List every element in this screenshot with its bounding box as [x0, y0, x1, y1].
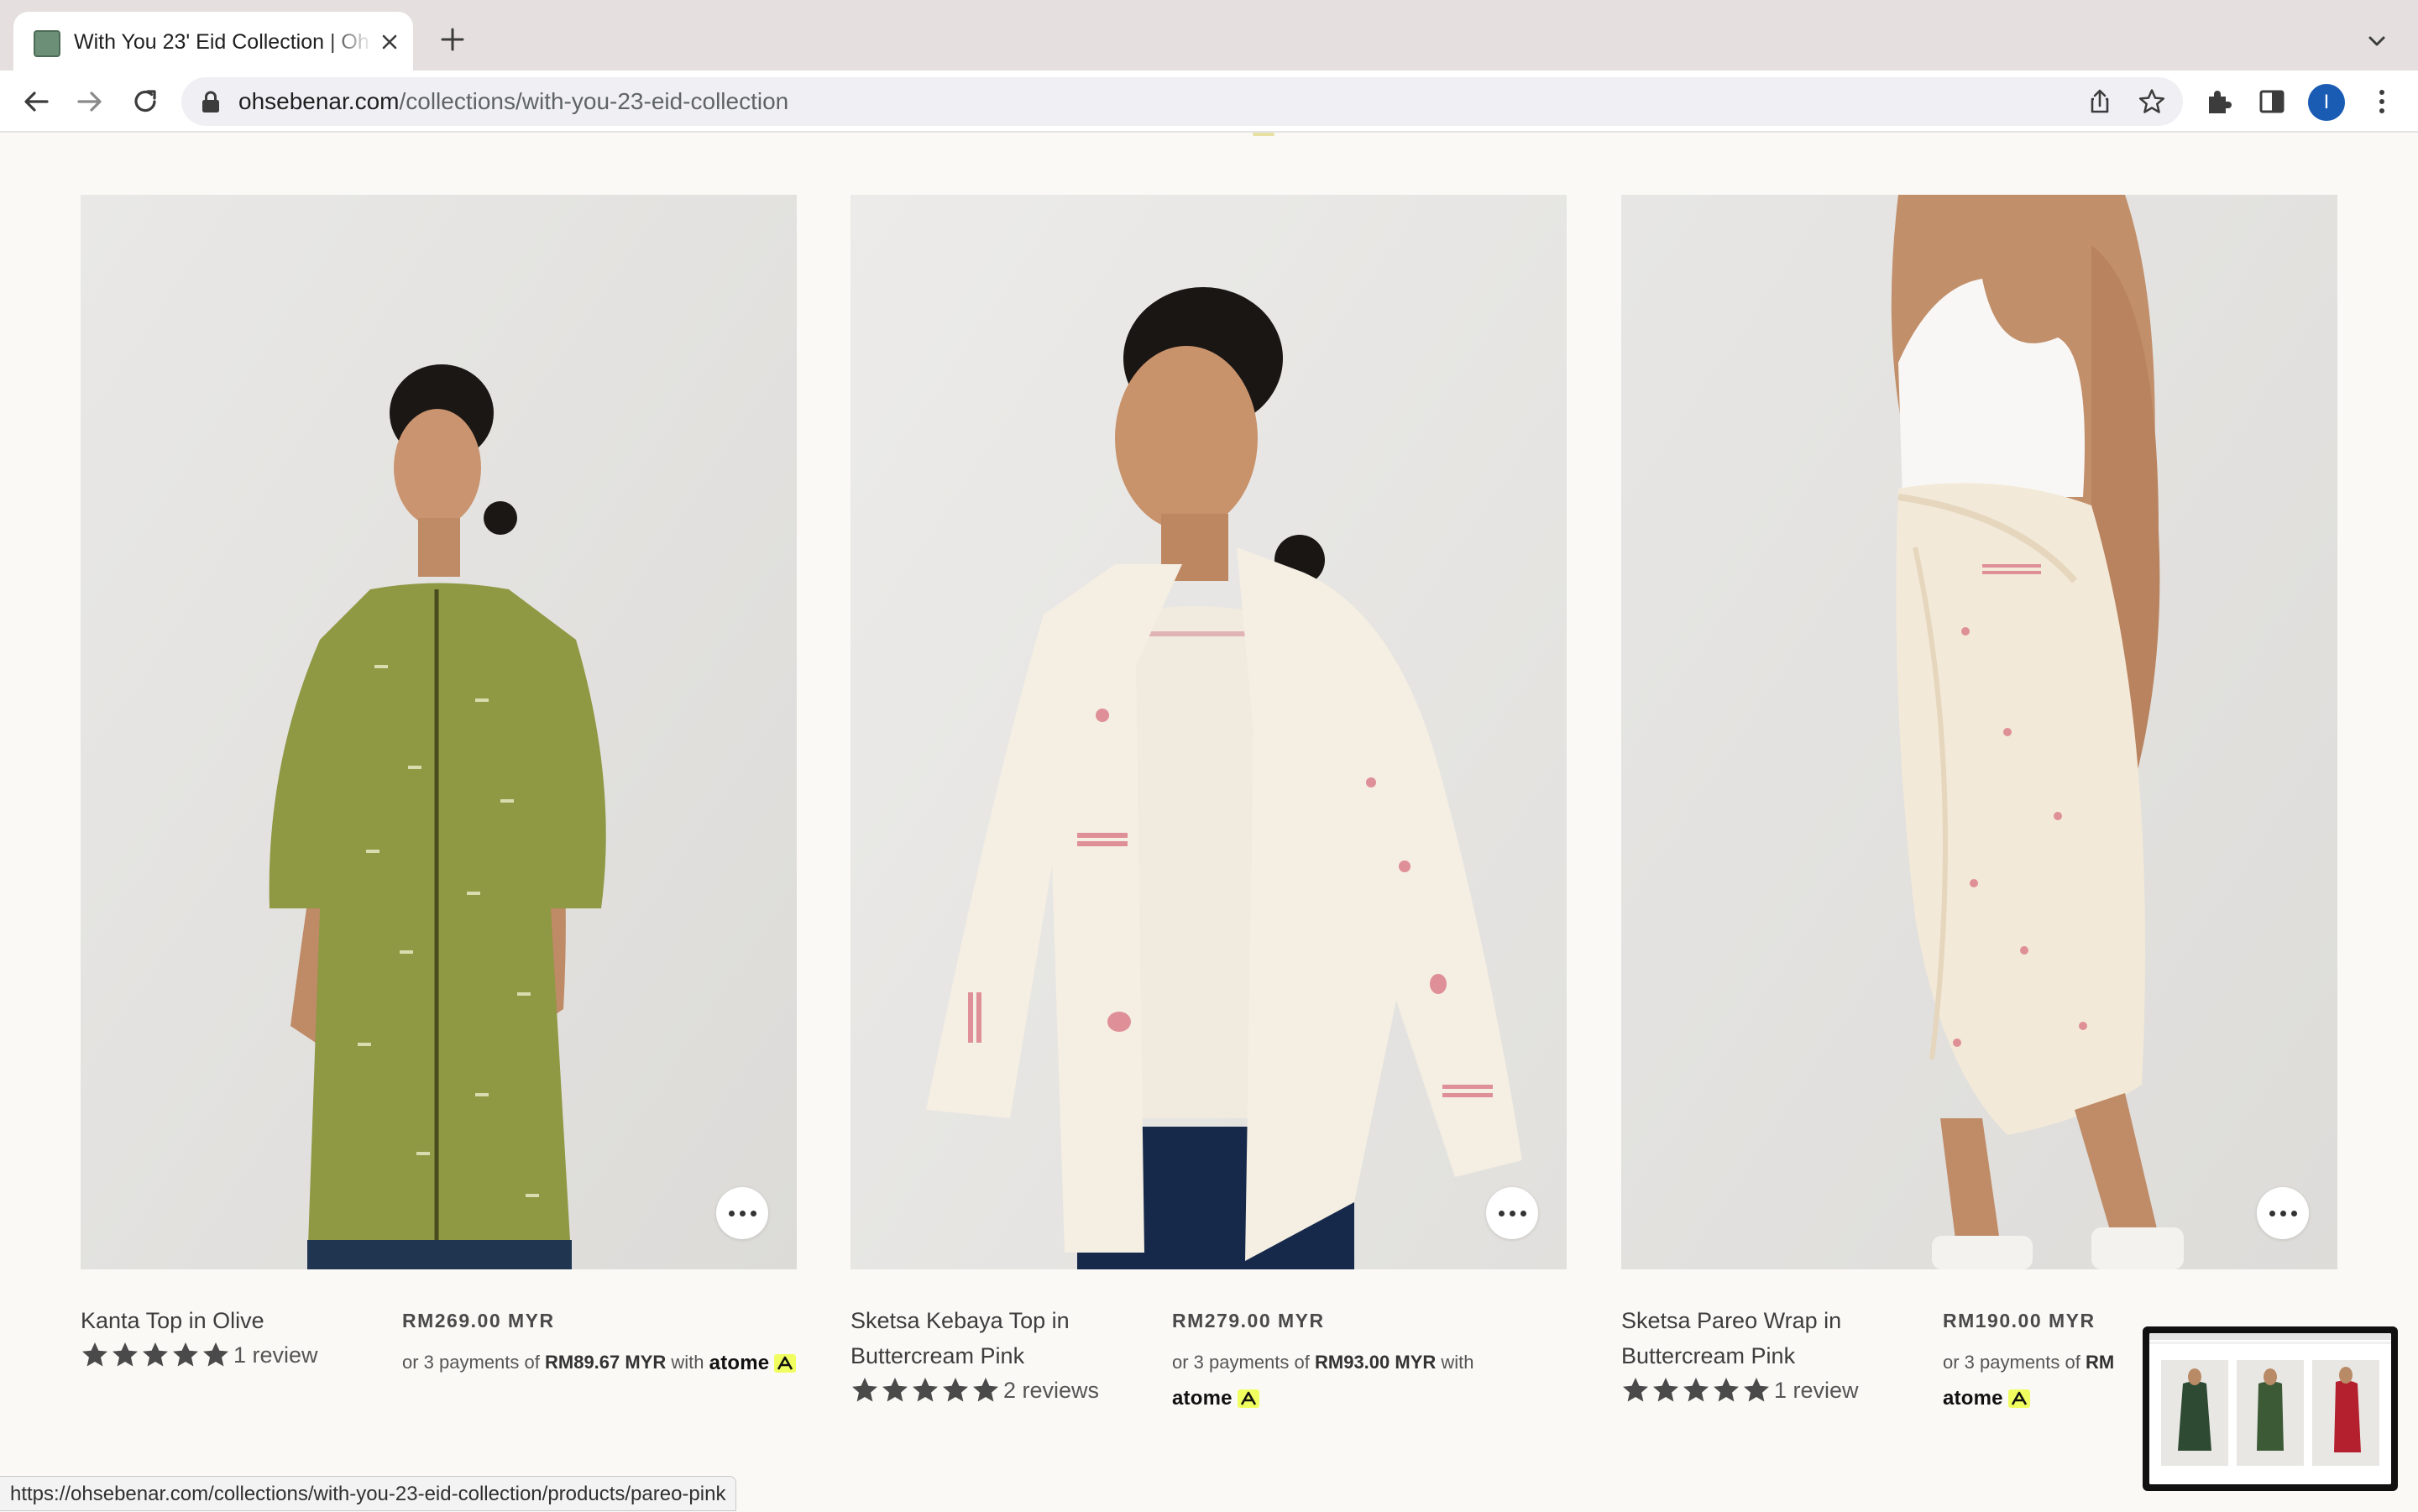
- product-price: RM190.00 MYR: [1943, 1310, 2096, 1332]
- preview-image: [2149, 1333, 2391, 1484]
- reload-icon[interactable]: [128, 84, 163, 119]
- preview-screenshot: [2149, 1333, 2391, 1484]
- more-options-icon[interactable]: [716, 1187, 768, 1239]
- rating-stars: 1 review: [1621, 1375, 1859, 1405]
- collection-page: Kanta Top in Olive 1 review RM269.00 MYR…: [0, 133, 2418, 1511]
- review-count[interactable]: 1 review: [233, 1342, 318, 1368]
- installment-suffix: with: [1441, 1352, 1474, 1373]
- atome-logo[interactable]: atome: [709, 1346, 797, 1381]
- product-photo-sketsa-kebaya: [850, 195, 1567, 1269]
- rating-star-icon: [113, 1342, 138, 1367]
- address-bar[interactable]: ohsebenar.com/collections/with-you-23-ei…: [181, 77, 2183, 126]
- url-domain: ohsebenar.com: [238, 88, 400, 114]
- url-path: /collections/with-you-23-eid-collection: [399, 88, 789, 114]
- extensions-icon[interactable]: [2201, 84, 2237, 119]
- forward-icon[interactable]: [72, 84, 107, 119]
- atome-logo-icon: [1237, 1389, 1259, 1409]
- atome-logo-icon: [774, 1354, 797, 1373]
- plus-icon[interactable]: [438, 25, 467, 54]
- rating-stars: 2 reviews: [850, 1375, 1099, 1405]
- link-status-bar: https://ohsebenar.com/collections/with-y…: [0, 1476, 737, 1511]
- more-options-icon[interactable]: [2257, 1187, 2309, 1239]
- installment-amount: RM93.00 MYR: [1315, 1352, 1437, 1373]
- atome-logo-icon: [2007, 1389, 2030, 1409]
- installment-info: or 3 payments of RM atome: [1943, 1345, 2161, 1416]
- installment-info: or 3 payments of RM93.00 MYR with atome: [1172, 1345, 1525, 1416]
- more-options-icon[interactable]: [1486, 1187, 1538, 1239]
- product-info: Kanta Top in Olive 1 review RM269.00 MYR…: [81, 1269, 797, 1387]
- rating-star-icon: [1683, 1378, 1709, 1402]
- lock-icon[interactable]: [200, 90, 222, 113]
- product-image[interactable]: [850, 195, 1567, 1269]
- installment-prefix: or 3 payments of: [1172, 1352, 1310, 1373]
- site-favicon-icon: [34, 30, 60, 57]
- rating-star-icon: [143, 1342, 168, 1367]
- atome-label: atome: [1943, 1387, 2003, 1410]
- tab-preview-thumbnail[interactable]: [2143, 1326, 2398, 1491]
- atome-label: atome: [1172, 1387, 1233, 1410]
- product-card[interactable]: Sketsa Pareo Wrap in Buttercream Pink 1 …: [1621, 195, 2337, 1410]
- chevron-down-icon[interactable]: [2364, 29, 2389, 54]
- sidepanel-icon[interactable]: [2254, 84, 2290, 119]
- review-count[interactable]: 1 review: [1774, 1378, 1859, 1404]
- url-text[interactable]: ohsebenar.com/collections/with-you-23-ei…: [238, 77, 788, 126]
- installment-info: or 3 payments of RM89.67 MYR with atome: [402, 1345, 797, 1381]
- atome-label: atome: [709, 1352, 770, 1375]
- atome-logo[interactable]: atome: [1172, 1381, 1259, 1416]
- rating-star-icon: [203, 1342, 228, 1367]
- rating-star-icon: [852, 1378, 877, 1402]
- back-icon[interactable]: [18, 84, 54, 119]
- rating-star-icon: [913, 1378, 938, 1402]
- kebab-menu-icon[interactable]: [2364, 84, 2400, 119]
- product-card[interactable]: Kanta Top in Olive 1 review RM269.00 MYR…: [81, 195, 797, 1387]
- rating-star-icon: [1653, 1378, 1678, 1402]
- product-image[interactable]: [1621, 195, 2337, 1269]
- product-card[interactable]: Sketsa Kebaya Top in Buttercream Pink 2 …: [850, 195, 1567, 1410]
- share-icon[interactable]: [2086, 87, 2114, 116]
- rating-stars: 1 review: [81, 1340, 318, 1370]
- product-title[interactable]: Kanta Top in Olive: [81, 1303, 404, 1338]
- installment-prefix: or 3 payments of: [1943, 1352, 2080, 1373]
- profile-avatar[interactable]: I: [2308, 84, 2345, 121]
- rating-star-icon: [82, 1342, 107, 1367]
- header-hint: [1253, 133, 1274, 136]
- tab-title: With You 23' Eid Collection | Oh Sebenar: [74, 30, 373, 54]
- product-title[interactable]: Sketsa Pareo Wrap in Buttercream Pink: [1621, 1303, 1944, 1373]
- rating-star-icon: [1744, 1378, 1769, 1402]
- product-price: RM279.00 MYR: [1172, 1310, 1325, 1332]
- product-photo-kanta-top: [81, 195, 797, 1269]
- product-info: Sketsa Kebaya Top in Buttercream Pink 2 …: [850, 1269, 1567, 1410]
- product-photo-sketsa-pareo: [1621, 195, 2337, 1269]
- rating-star-icon: [973, 1378, 998, 1402]
- close-icon[interactable]: [374, 27, 405, 57]
- installment-amount: RM: [2086, 1352, 2115, 1373]
- rating-star-icon: [1714, 1378, 1739, 1402]
- rating-star-icon: [882, 1378, 908, 1402]
- installment-amount: RM89.67 MYR: [545, 1352, 667, 1373]
- active-tab[interactable]: With You 23' Eid Collection | Oh Sebenar: [13, 12, 413, 71]
- tab-strip: With You 23' Eid Collection | Oh Sebenar: [0, 0, 2418, 71]
- atome-logo[interactable]: atome: [1943, 1381, 2030, 1416]
- installment-prefix: or 3 payments of: [402, 1352, 540, 1373]
- star-bookmark-icon[interactable]: [2138, 87, 2166, 116]
- browser-toolbar: ohsebenar.com/collections/with-you-23-ei…: [0, 71, 2418, 133]
- product-title[interactable]: Sketsa Kebaya Top in Buttercream Pink: [850, 1303, 1174, 1373]
- installment-suffix: with: [671, 1352, 704, 1373]
- product-price: RM269.00 MYR: [402, 1310, 555, 1332]
- rating-star-icon: [1623, 1378, 1648, 1402]
- review-count[interactable]: 2 reviews: [1003, 1378, 1099, 1404]
- product-image[interactable]: [81, 195, 797, 1269]
- rating-star-icon: [173, 1342, 198, 1367]
- rating-star-icon: [943, 1378, 968, 1402]
